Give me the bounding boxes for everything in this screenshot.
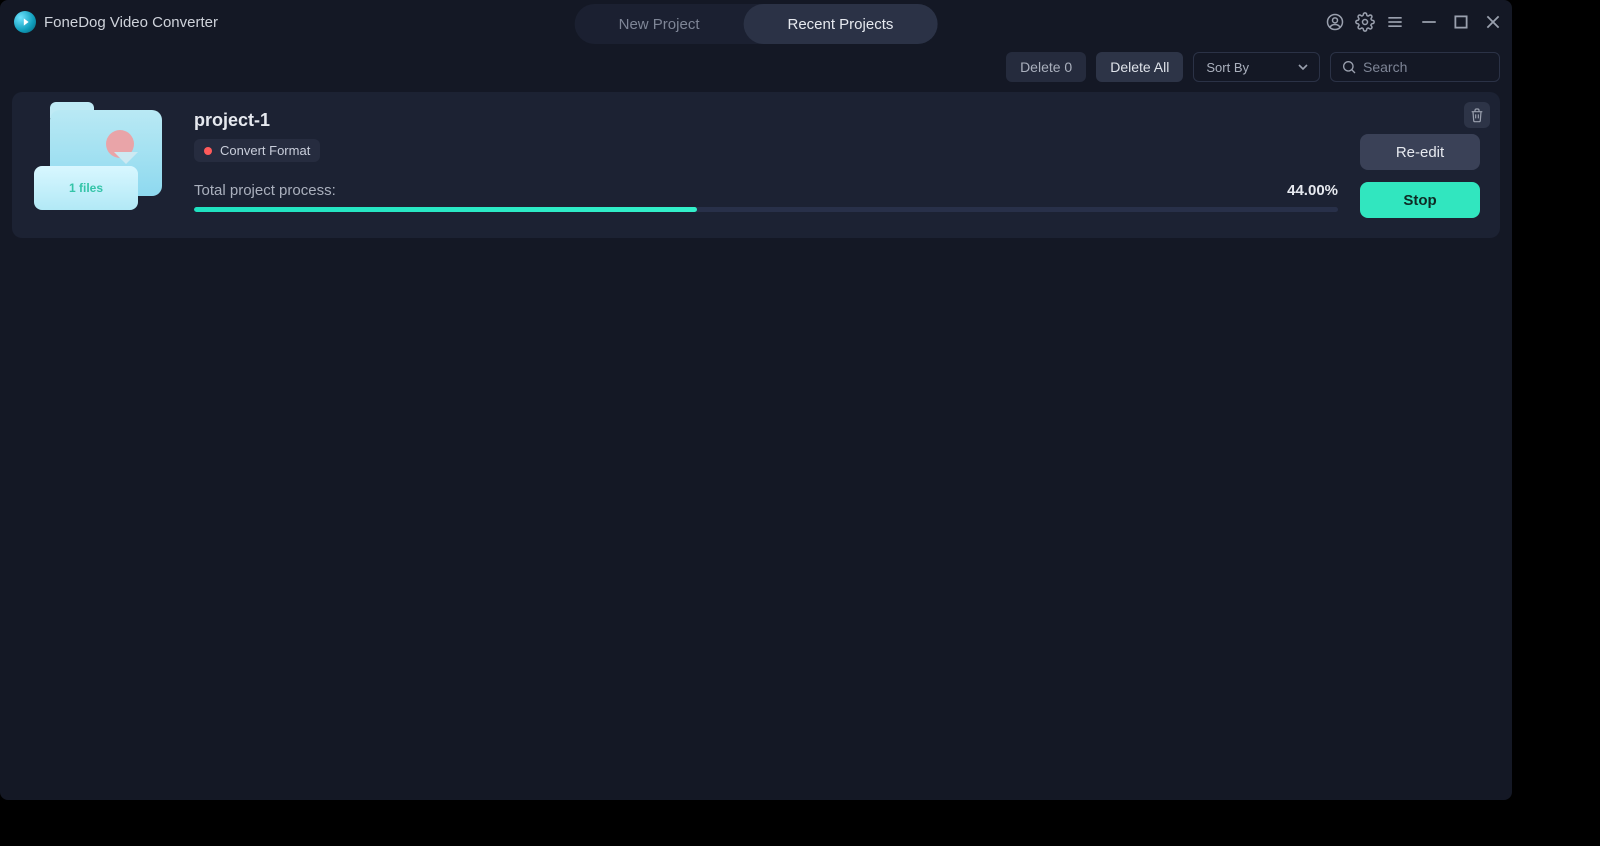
trash-icon — [1469, 107, 1485, 123]
project-main: project-1 Convert Format Total project p… — [194, 110, 1338, 212]
project-actions: Re-edit Stop — [1360, 134, 1480, 218]
window-controls — [1324, 0, 1502, 44]
sort-by-select[interactable]: Sort By — [1193, 52, 1320, 82]
project-title: project-1 — [194, 110, 1338, 131]
sort-by-label: Sort By — [1206, 60, 1249, 75]
search-input[interactable] — [1363, 59, 1483, 75]
status-dot-icon — [204, 147, 212, 155]
account-icon[interactable] — [1324, 11, 1346, 33]
search-icon — [1341, 59, 1357, 75]
project-status-pill: Convert Format — [194, 139, 320, 162]
main-tabs: New Project Recent Projects — [575, 4, 938, 44]
toolbar: Delete 0 Delete All Sort By — [0, 44, 1512, 86]
hamburger-menu-icon[interactable] — [1384, 11, 1406, 33]
app-title: FoneDog Video Converter — [44, 14, 218, 31]
delete-selected-button[interactable]: Delete 0 — [1006, 52, 1086, 82]
tab-new-project[interactable]: New Project — [575, 4, 744, 44]
tab-recent-projects[interactable]: Recent Projects — [743, 4, 937, 44]
chevron-down-icon — [1297, 61, 1309, 73]
progress-row: Total project process: 44.00% — [194, 182, 1338, 199]
file-count-badge: 1 files — [34, 166, 138, 210]
progress-bar — [194, 207, 1338, 212]
stop-button[interactable]: Stop — [1360, 182, 1480, 218]
delete-project-button[interactable] — [1464, 102, 1490, 128]
search-field[interactable] — [1330, 52, 1500, 82]
folder-art-icon — [98, 122, 146, 170]
progress-label: Total project process: — [194, 182, 336, 199]
app-window: FoneDog Video Converter New Project Rece… — [0, 0, 1512, 800]
settings-icon[interactable] — [1354, 11, 1376, 33]
reedit-button[interactable]: Re-edit — [1360, 134, 1480, 170]
delete-all-button[interactable]: Delete All — [1096, 52, 1183, 82]
project-thumbnail: 1 files — [32, 110, 172, 214]
project-status-label: Convert Format — [220, 143, 310, 158]
project-card: 1 files project-1 Convert Format Total p… — [12, 92, 1500, 238]
window-close-button[interactable] — [1484, 13, 1502, 31]
title-bar: FoneDog Video Converter New Project Rece… — [0, 0, 1512, 44]
progress-percent: 44.00% — [1287, 182, 1338, 199]
window-maximize-button[interactable] — [1452, 13, 1470, 31]
app-logo-icon — [14, 11, 36, 33]
progress-fill — [194, 207, 697, 212]
window-minimize-button[interactable] — [1420, 13, 1438, 31]
brand: FoneDog Video Converter — [8, 11, 218, 33]
